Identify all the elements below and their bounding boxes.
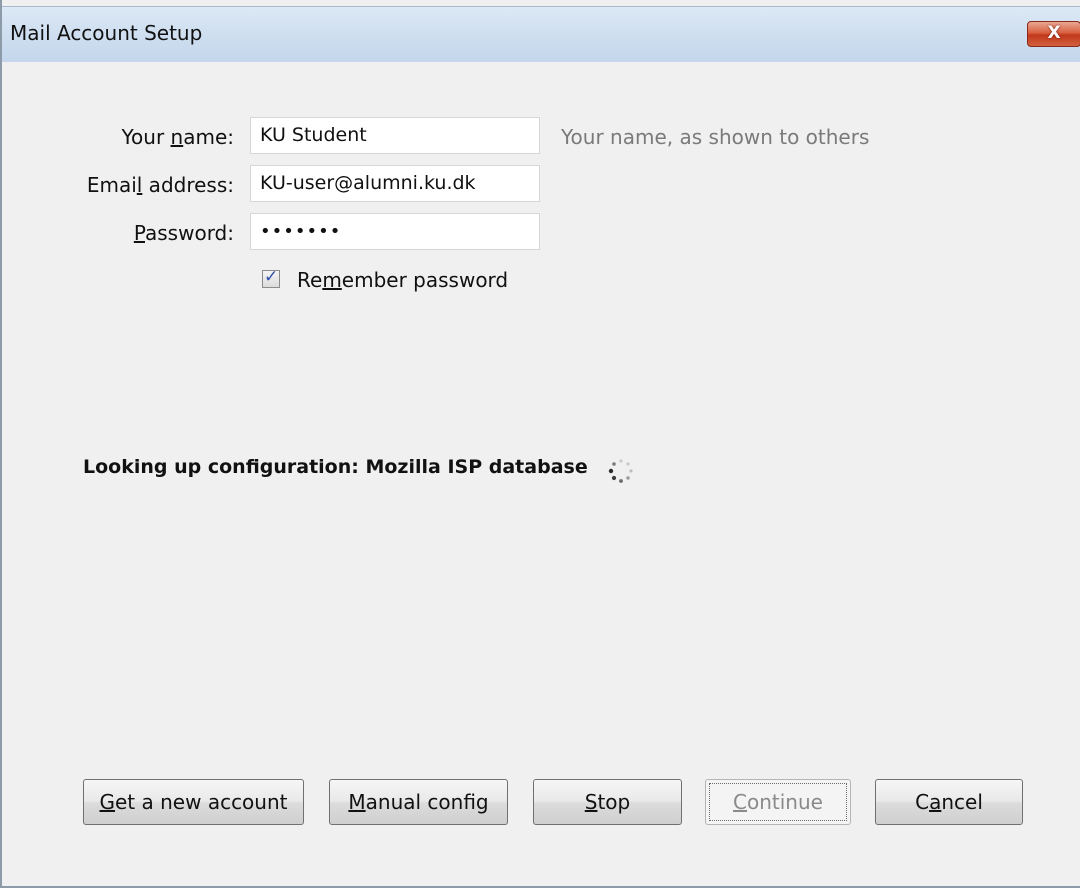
stop-button[interactable]: Stop bbox=[533, 779, 682, 825]
email-label: Email address: bbox=[86, 173, 234, 197]
name-input[interactable]: KU Student bbox=[250, 117, 540, 154]
get-new-account-button[interactable]: Get a new account bbox=[83, 779, 304, 825]
loading-spinner-icon bbox=[608, 459, 633, 483]
remember-password-label[interactable]: Remember password bbox=[297, 268, 508, 292]
cancel-button[interactable]: Cancel bbox=[875, 779, 1023, 825]
window-title: Mail Account Setup bbox=[10, 21, 203, 45]
name-label: Your name: bbox=[121, 125, 234, 149]
close-icon: X bbox=[1047, 23, 1061, 43]
mail-account-setup-dialog: Mail Account Setup X Your name: KU Stude… bbox=[0, 0, 1080, 888]
email-input[interactable]: KU-user@alumni.ku.dk bbox=[250, 165, 540, 202]
focus-ring bbox=[709, 783, 847, 821]
password-label: Password: bbox=[133, 221, 234, 245]
remember-password-checkbox[interactable]: ✓ bbox=[262, 267, 280, 288]
name-hint: Your name, as shown to others bbox=[561, 125, 870, 149]
password-input[interactable]: ••••••• bbox=[250, 213, 540, 250]
checkmark-icon: ✓ bbox=[264, 267, 279, 287]
continue-button[interactable]: Continue bbox=[705, 779, 851, 825]
manual-config-button[interactable]: Manual config bbox=[329, 779, 508, 825]
status-text: Looking up configuration: Mozilla ISP da… bbox=[83, 456, 588, 478]
title-bar: Mail Account Setup X bbox=[2, 6, 1080, 62]
close-button[interactable]: X bbox=[1027, 21, 1080, 47]
